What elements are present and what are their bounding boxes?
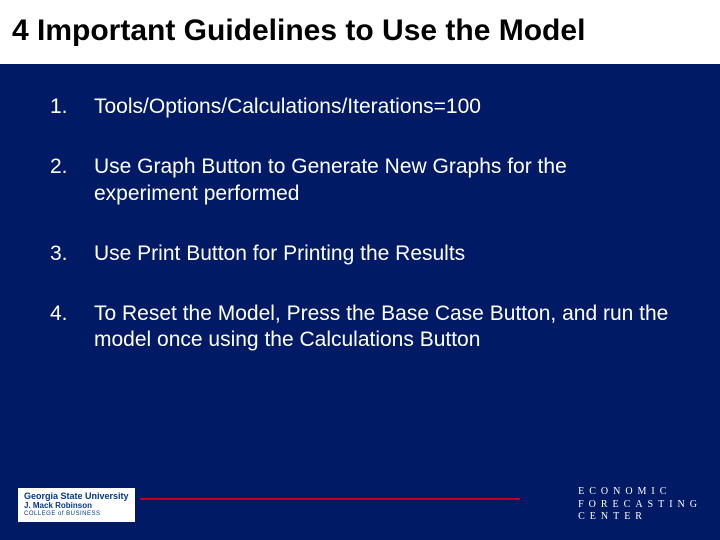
list-number: 2. [50,154,94,180]
list-number: 1. [50,94,94,120]
list-text: Use Print Button for Printing the Result… [94,241,670,267]
logo-right-line3: CENTER [578,511,702,524]
list-item: 3. Use Print Button for Printing the Res… [50,241,670,267]
logo-left-line3: COLLEGE of BUSINESS [24,511,129,518]
list-item: 4. To Reset the Model, Press the Base Ca… [50,301,670,354]
slide-title: 4 Important Guidelines to Use the Model [0,0,720,64]
slide: 4 Important Guidelines to Use the Model … [0,0,720,540]
list-number: 3. [50,241,94,267]
list-text: Use Graph Button to Generate New Graphs … [94,154,670,207]
list-item: 2. Use Graph Button to Generate New Grap… [50,154,670,207]
logo-left-line2: J. Mack Robinson [24,502,129,511]
logo-right: ECONOMIC FORECASTING CENTER [578,486,702,524]
content-area: 1. Tools/Options/Calculations/Iterations… [0,64,720,354]
list-text: To Reset the Model, Press the Base Case … [94,301,670,354]
logo-left: Georgia State University J. Mack Robinso… [18,488,135,521]
logo-right-line2: FORECASTING [578,499,702,512]
footer: Georgia State University J. Mack Robinso… [0,476,720,540]
list-number: 4. [50,301,94,327]
list-item: 1. Tools/Options/Calculations/Iterations… [50,94,670,120]
list-text: Tools/Options/Calculations/Iterations=10… [94,94,670,120]
logo-right-line1: ECONOMIC [578,486,702,499]
